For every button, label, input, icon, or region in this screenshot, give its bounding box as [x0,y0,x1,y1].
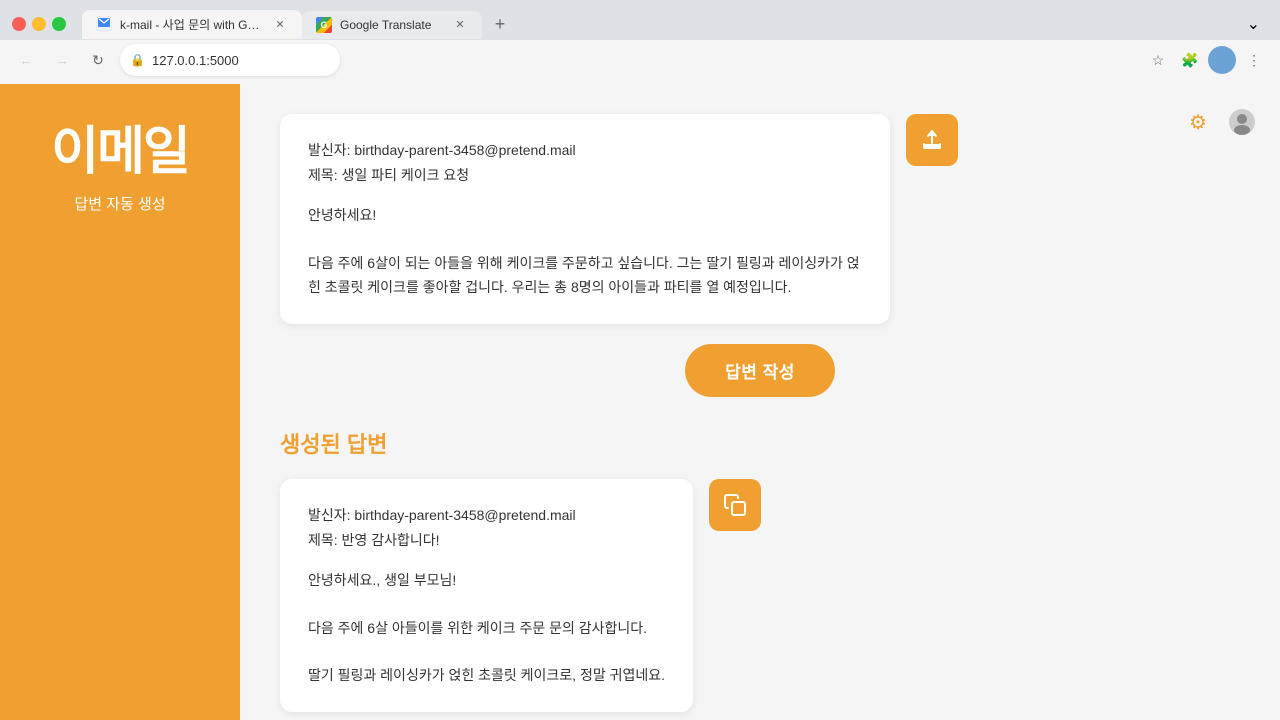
user-circle-icon [1228,108,1256,136]
generated-reply-section: 발신자: birthday-parent-3458@pretend.mail 제… [280,479,1240,712]
tab-translate-close[interactable]: ✕ [452,17,468,33]
tab-translate-title: Google Translate [340,18,444,32]
copy-button[interactable] [709,479,761,531]
email-sender-line: 발신자: birthday-parent-3458@pretend.mail 제… [308,138,862,188]
sidebar-subtitle: 답변 자동 생성 [74,193,165,214]
generated-reply-card: 발신자: birthday-parent-3458@pretend.mail 제… [280,479,693,712]
title-bar: k-mail - 사업 문의 with Google... ✕ G Google… [0,0,1280,40]
settings-gear-icon: ⚙ [1189,110,1207,135]
email-body: 안녕하세요! 다음 주에 6살이 되는 아들을 위해 케이크를 주문하고 싶습니… [308,204,862,299]
generated-section-title: 생성된 답변 [280,427,1240,459]
tab-bar: k-mail - 사업 문의 with Google... ✕ G Google… [82,10,514,39]
back-button[interactable]: ← [12,46,40,74]
lock-icon: 🔒 [130,53,145,67]
window-controls [12,17,66,31]
reply-compose-button[interactable]: 답변 작성 [685,344,835,397]
reply-sender-value: birthday-parent-3458@pretend.mail [354,507,575,523]
sender-label: 발신자: [308,142,351,158]
address-bar-container: 🔒 [120,44,1136,76]
window-minimize-button[interactable] [32,17,46,31]
tab-email-close[interactable]: ✕ [272,16,288,32]
window-close-button[interactable] [12,17,26,31]
browser-actions: ☆ 🧩 ⋮ [1144,46,1268,74]
reply-sender-label: 발신자: [308,507,351,523]
email-greeting: 안녕하세요! [308,204,862,228]
tab-translate[interactable]: G Google Translate ✕ [302,11,482,39]
subject-label: 제목: [308,167,338,183]
address-bar-row: ← → ↻ 🔒 ☆ 🧩 ⋮ [0,40,1280,84]
incoming-email-section: 발신자: birthday-parent-3458@pretend.mail 제… [280,114,1240,324]
main-content: 이메일 답변 자동 생성 ⚙ 발신자: birthday-parent-3 [0,84,1280,720]
tab-email[interactable]: k-mail - 사업 문의 with Google... ✕ [82,10,302,39]
extensions-button[interactable]: 🧩 [1176,46,1204,74]
profile-icon-button[interactable] [1224,104,1260,140]
reply-body-1: 다음 주에 6살 아들이를 위한 케이크 주문 문의 감사합니다. [308,617,665,641]
settings-icon-button[interactable]: ⚙ [1180,104,1216,140]
email-body-text: 다음 주에 6살이 되는 아들을 위해 케이크를 주문하고 싶습니다. 그는 딸… [308,252,862,300]
copy-icon [723,493,747,517]
sender-value: birthday-parent-3458@pretend.mail [354,142,575,158]
address-input[interactable] [120,44,340,76]
page-content: ⚙ 발신자: birthday-parent-3458@pretend.mail… [240,84,1280,720]
browser-chrome: k-mail - 사업 문의 with Google... ✕ G Google… [0,0,1280,84]
forward-button[interactable]: → [48,46,76,74]
reply-subject-value: 반영 감사합니다! [342,532,440,548]
tab-email-title: k-mail - 사업 문의 with Google... [120,16,264,33]
translate-favicon: G [316,17,332,33]
email-favicon [96,16,112,32]
refresh-button[interactable]: ↻ [84,46,112,74]
tab-overflow-button[interactable]: ⌄ [1239,10,1268,38]
reply-body-2: 딸기 필링과 레이싱카가 얹힌 초콜릿 케이크로, 정말 귀엽네요. [308,664,665,688]
profile-avatar-button[interactable] [1208,46,1236,74]
reply-body: 안녕하세요., 생일 부모님! 다음 주에 6살 아들이를 위한 케이크 주문 … [308,569,665,688]
reply-subject-label: 제목: [308,532,338,548]
sidebar-title: 이메일 [51,124,189,181]
top-icons: ⚙ [1180,104,1260,140]
sidebar: 이메일 답변 자동 생성 [0,84,240,720]
reply-greeting: 안녕하세요., 생일 부모님! [308,569,665,593]
menu-button[interactable]: ⋮ [1240,46,1268,74]
new-tab-button[interactable]: + [486,11,514,39]
bookmark-button[interactable]: ☆ [1144,46,1172,74]
subject-value: 생일 파티 케이크 요청 [342,167,470,183]
incoming-email-card: 발신자: birthday-parent-3458@pretend.mail 제… [280,114,890,324]
reply-sender-line: 발신자: birthday-parent-3458@pretend.mail 제… [308,503,665,553]
window-maximize-button[interactable] [52,17,66,31]
upload-button[interactable] [906,114,958,166]
upload-icon [920,128,944,152]
